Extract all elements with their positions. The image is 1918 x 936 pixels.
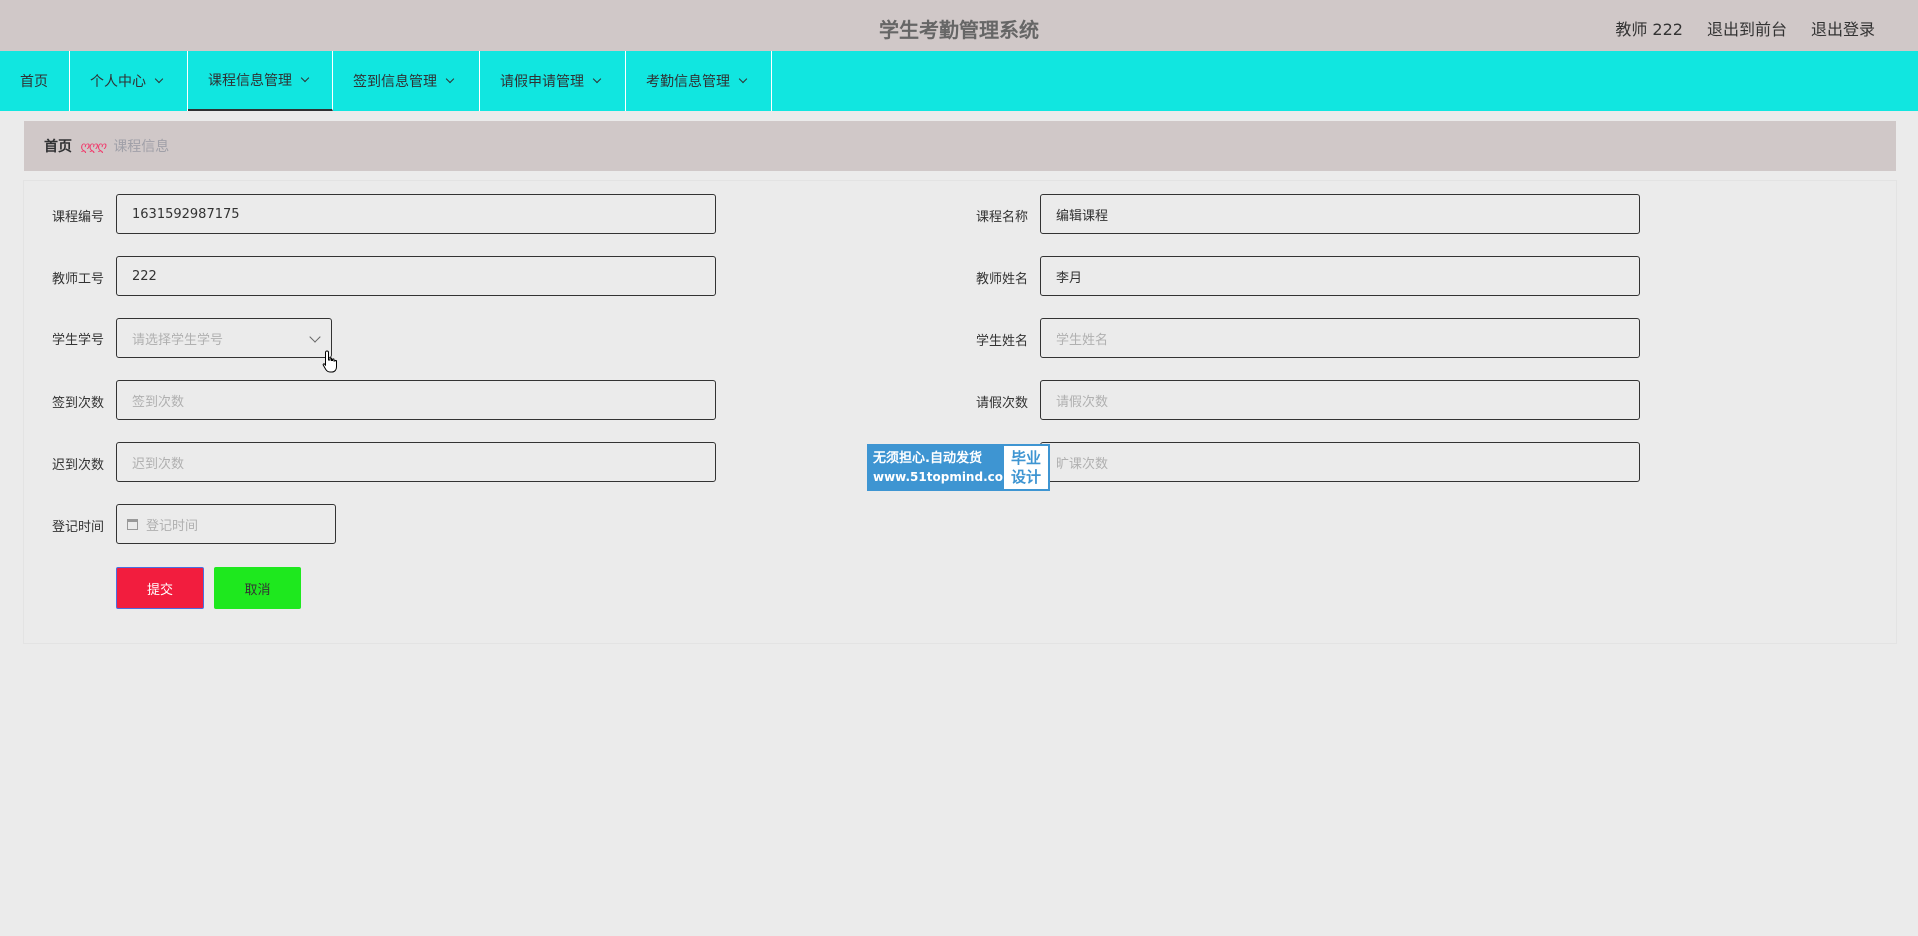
course-form: 课程编号 1631592987175 课程名称 编辑课程 教师工号 222 教师…: [24, 181, 1896, 643]
teacher-name-label: 教师姓名: [975, 272, 1028, 287]
nav-item-personal-center[interactable]: 个人中心: [70, 51, 188, 111]
late-count-input[interactable]: 迟到次数: [116, 442, 716, 482]
current-user: 教师 222: [1615, 20, 1683, 39]
top-links: 教师 222 退出到前台 退出登录: [1615, 16, 1875, 40]
chevron-down-icon: [592, 74, 602, 83]
teacher-no-input[interactable]: 222: [116, 256, 716, 296]
top-bar: 学生考勤管理系统 教师 222 退出到前台 退出登录: [0, 0, 1918, 51]
watermark-url: www.51topmind.com: [873, 470, 1016, 484]
chevron-down-icon: [445, 74, 455, 83]
back-to-front-link[interactable]: 退出到前台: [1707, 16, 1787, 40]
student-no-placeholder: 请选择学生学号: [132, 332, 224, 348]
breadcrumb: 首页 ღღღ 课程信息: [24, 121, 1896, 171]
watermark-badge-bottom: 设计: [1010, 468, 1041, 486]
calendar-icon: [127, 518, 138, 530]
record-time-label: 登记时间: [51, 520, 104, 535]
watermark-badge-top: 毕业: [1010, 449, 1041, 467]
watermark-text: 无须担心.自动发货: [873, 451, 982, 466]
logout-link[interactable]: 退出登录: [1811, 16, 1875, 40]
student-name-label: 学生姓名: [975, 334, 1028, 349]
student-name-input[interactable]: 学生姓名: [1040, 318, 1640, 358]
student-no-select[interactable]: 请选择学生学号: [116, 318, 332, 358]
nav-item-label: 课程信息管理: [208, 73, 292, 89]
nav-item-course-management[interactable]: 课程信息管理: [188, 51, 333, 111]
nav-item-signin-management[interactable]: 签到信息管理: [333, 51, 480, 111]
record-time-picker[interactable]: 登记时间: [116, 504, 336, 544]
course-no-label: 课程编号: [51, 210, 104, 225]
course-name-input[interactable]: 编辑课程: [1040, 194, 1640, 234]
absent-count-input[interactable]: 旷课次数: [1040, 442, 1640, 482]
nav-item-label: 考勤信息管理: [646, 74, 730, 90]
hand-cursor-icon: [322, 350, 337, 373]
signin-count-input[interactable]: 签到次数: [116, 380, 716, 420]
nav-item-label: 请假申请管理: [500, 74, 584, 90]
nav-item-leave-management[interactable]: 请假申请管理: [480, 51, 626, 111]
nav-item-home[interactable]: 首页: [0, 51, 70, 111]
course-name-label: 课程名称: [975, 210, 1028, 225]
nav-item-label: 个人中心: [90, 74, 146, 90]
watermark-banner: 无须担心.自动发货 www.51topmind.com 毕业 设计: [867, 444, 1050, 491]
breadcrumb-home[interactable]: 首页: [44, 136, 72, 156]
signin-count-label: 签到次数: [51, 396, 104, 411]
chevron-down-icon: [154, 74, 164, 83]
course-no-input[interactable]: 1631592987175: [116, 194, 716, 234]
breadcrumb-current: 课程信息: [113, 139, 170, 155]
record-time-placeholder: 登记时间: [146, 518, 199, 534]
nav-item-label: 首页: [20, 74, 48, 90]
nav-item-attendance-management[interactable]: 考勤信息管理: [626, 51, 772, 111]
submit-button[interactable]: 提交: [116, 567, 204, 609]
chevron-down-icon: [309, 331, 321, 343]
breadcrumb-separator: ღღღ: [80, 139, 106, 153]
cancel-button[interactable]: 取消: [214, 567, 301, 609]
late-count-label: 迟到次数: [51, 458, 104, 473]
chevron-down-icon: [300, 73, 310, 82]
teacher-no-label: 教师工号: [51, 272, 104, 287]
chevron-down-icon: [738, 74, 748, 83]
main-nav: 首页 个人中心 课程信息管理 签到信息管理 请假申请管理 考勤信息管理: [0, 51, 1918, 111]
student-no-label: 学生学号: [51, 333, 104, 348]
teacher-name-input[interactable]: 李月: [1040, 256, 1640, 296]
nav-item-label: 签到信息管理: [353, 74, 437, 90]
leave-count-label: 请假次数: [975, 396, 1028, 411]
leave-count-input[interactable]: 请假次数: [1040, 380, 1640, 420]
